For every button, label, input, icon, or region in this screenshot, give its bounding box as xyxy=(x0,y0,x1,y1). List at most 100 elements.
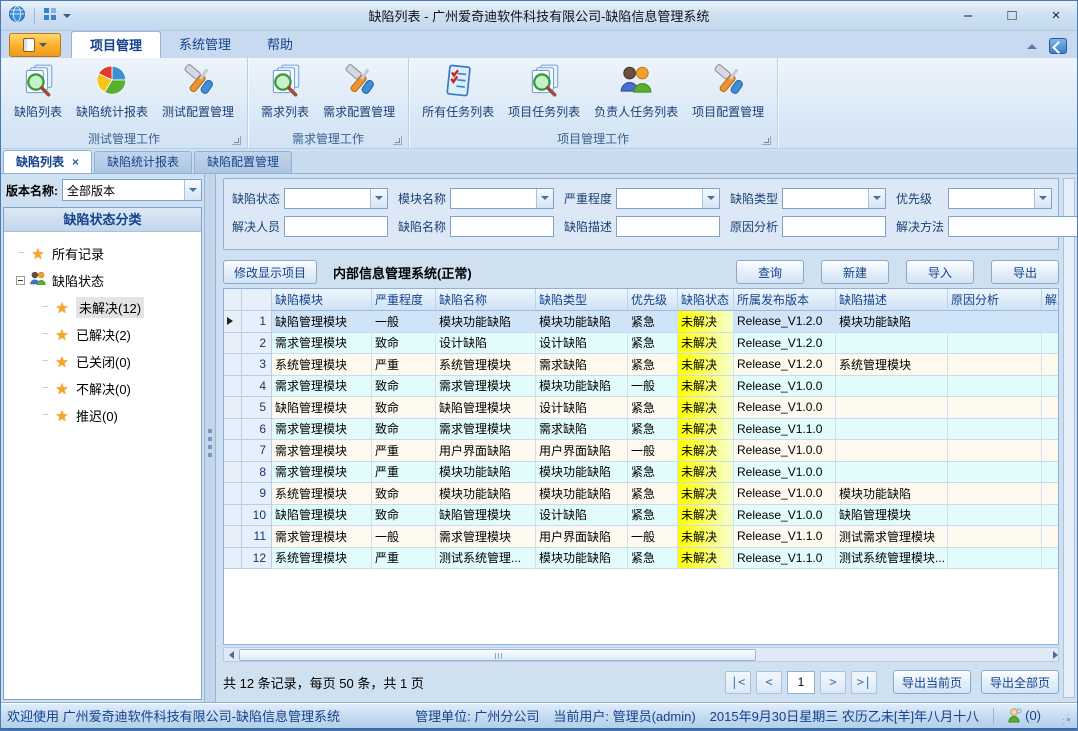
next-page-button[interactable]: > xyxy=(820,671,846,694)
filter-input-缺陷名称[interactable] xyxy=(450,216,554,237)
dialog-launcher-icon[interactable] xyxy=(232,136,241,145)
ribbon-button-项目任务列表[interactable]: 项目任务列表 xyxy=(501,60,587,122)
column-header-缺陷类型[interactable]: 缺陷类型 xyxy=(536,289,628,311)
cell-缺陷描述: 模块功能缺陷 xyxy=(836,483,948,505)
export-all-pages-button[interactable]: 导出全部页 xyxy=(981,670,1059,694)
table-row[interactable]: 5缺陷管理模块致命缺陷管理模块设计缺陷紧急未解决Release_V1.0.0 xyxy=(224,397,1058,419)
document-tab-缺陷配置管理[interactable]: 缺陷配置管理 xyxy=(194,151,292,173)
tree-item-缺陷状态[interactable]: 缺陷状态 xyxy=(4,267,201,294)
tree-item-未解决(12)[interactable]: ┈★未解决(12) xyxy=(4,294,201,321)
cell-缺陷名称: 需求管理模块 xyxy=(436,376,536,398)
ribbon-button-所有任务列表[interactable]: 所有任务列表 xyxy=(415,60,501,122)
tree-item-推迟(0)[interactable]: ┈★推迟(0) xyxy=(4,402,201,429)
about-app-icon[interactable] xyxy=(1049,38,1067,54)
close-tab-icon[interactable]: × xyxy=(72,152,79,173)
action-button-查询[interactable]: 查询 xyxy=(736,260,804,284)
combo-arrow-icon[interactable] xyxy=(536,189,553,208)
combo-arrow-icon[interactable] xyxy=(370,189,387,208)
modify-columns-button[interactable]: 修改显示项目 xyxy=(223,260,317,284)
filter-input-原因分析[interactable] xyxy=(782,216,886,237)
action-button-导入[interactable]: 导入 xyxy=(906,260,974,284)
cell-缺陷状态: 未解决 xyxy=(678,548,734,570)
row-number: 3 xyxy=(242,354,272,376)
collapse-ribbon-icon[interactable] xyxy=(1027,44,1037,49)
minimize-button[interactable]: – xyxy=(957,5,979,27)
filter-combo-缺陷状态[interactable] xyxy=(284,188,388,209)
table-row[interactable]: 3系统管理模块严重系统管理模块需求缺陷紧急未解决Release_V1.2.0系统… xyxy=(224,354,1058,376)
combo-arrow-icon[interactable] xyxy=(702,189,719,208)
column-header-原因分析[interactable]: 原因分析 xyxy=(948,289,1042,311)
ribbon-button-需求配置管理[interactable]: 需求配置管理 xyxy=(316,60,402,122)
sidebar-splitter[interactable] xyxy=(204,174,216,702)
ribbon-button-负责人任务列表[interactable]: 负责人任务列表 xyxy=(587,60,685,122)
last-page-button[interactable]: >| xyxy=(851,671,877,694)
dialog-launcher-icon[interactable] xyxy=(393,136,402,145)
filter-combo-模块名称[interactable] xyxy=(450,188,554,209)
column-header-缺陷状态[interactable]: 缺陷状态 xyxy=(678,289,734,311)
table-row[interactable]: 10缺陷管理模块致命缺陷管理模块设计缺陷紧急未解决Release_V1.0.0缺… xyxy=(224,505,1058,527)
scroll-right-icon[interactable] xyxy=(1043,648,1058,661)
table-row[interactable]: 2需求管理模块致命设计缺陷设计缺陷紧急未解决Release_V1.2.0 xyxy=(224,333,1058,355)
table-row[interactable]: 12系统管理模块严重测试系统管理...模块功能缺陷紧急未解决Release_V1… xyxy=(224,548,1058,570)
document-tab-缺陷统计报表[interactable]: 缺陷统计报表 xyxy=(94,151,192,173)
tree-collapse-icon[interactable] xyxy=(16,276,25,285)
table-row[interactable]: 9系统管理模块致命模块功能缺陷模块功能缺陷紧急未解决Release_V1.0.0… xyxy=(224,483,1058,505)
app-globe-icon[interactable] xyxy=(8,5,26,26)
filter-input-缺陷描述[interactable] xyxy=(616,216,720,237)
ribbon-button-缺陷统计报表[interactable]: 缺陷统计报表 xyxy=(69,60,155,122)
close-button[interactable]: × xyxy=(1045,5,1067,27)
filter-input-解决人员[interactable] xyxy=(284,216,388,237)
table-row[interactable]: 4需求管理模块致命需求管理模块模块功能缺陷一般未解决Release_V1.0.0 xyxy=(224,376,1058,398)
table-row[interactable]: 7需求管理模块严重用户界面缺陷用户界面缺陷一般未解决Release_V1.0.0 xyxy=(224,440,1058,462)
table-row[interactable]: 8需求管理模块严重模块功能缺陷模块功能缺陷紧急未解决Release_V1.0.0 xyxy=(224,462,1058,484)
menu-tab-项目管理[interactable]: 项目管理 xyxy=(71,31,161,58)
version-combo-arrow-icon[interactable] xyxy=(184,180,201,200)
ribbon-button-项目配置管理[interactable]: 项目配置管理 xyxy=(685,60,771,122)
filter-combo-优先级[interactable] xyxy=(948,188,1052,209)
table-row[interactable]: 11需求管理模块一般需求管理模块用户界面缺陷一般未解决Release_V1.1.… xyxy=(224,526,1058,548)
ribbon-button-需求列表[interactable]: 需求列表 xyxy=(254,60,316,122)
menu-tab-系统管理[interactable]: 系统管理 xyxy=(161,31,249,58)
page-number-input[interactable] xyxy=(787,671,815,694)
document-tab-缺陷列表[interactable]: 缺陷列表× xyxy=(3,150,92,173)
tree-item-已解决(2)[interactable]: ┈★已解决(2) xyxy=(4,321,201,348)
prev-page-button[interactable]: < xyxy=(756,671,782,694)
action-button-新建[interactable]: 新建 xyxy=(821,260,889,284)
maximize-button[interactable]: □ xyxy=(1001,5,1023,27)
horizontal-scrollbar[interactable] xyxy=(223,647,1059,662)
menu-tab-帮助[interactable]: 帮助 xyxy=(249,31,311,58)
export-current-page-button[interactable]: 导出当前页 xyxy=(893,670,971,694)
scroll-left-icon[interactable] xyxy=(224,648,239,661)
filter-input-解决方法[interactable] xyxy=(948,216,1078,237)
table-row[interactable]: 1缺陷管理模块一般模块功能缺陷模块功能缺陷紧急未解决Release_V1.2.0… xyxy=(224,311,1058,333)
tree-item-所有记录[interactable]: ┈★所有记录 xyxy=(4,240,201,267)
version-combo[interactable]: 全部版本 xyxy=(62,179,202,201)
resize-grip[interactable] xyxy=(1059,710,1071,722)
quick-access-caret-icon[interactable] xyxy=(63,14,71,18)
filter-combo-缺陷类型[interactable] xyxy=(782,188,886,209)
quick-access-grid-icon[interactable] xyxy=(43,7,57,24)
column-header-解决方法[interactable]: 解决方法 xyxy=(1042,289,1058,311)
first-page-button[interactable]: |< xyxy=(725,671,751,694)
table-row[interactable]: 6需求管理模块致命需求管理模块需求缺陷紧急未解决Release_V1.1.0 xyxy=(224,419,1058,441)
column-header-严重程度[interactable]: 严重程度 xyxy=(372,289,436,311)
ribbon-button-缺陷列表[interactable]: 缺陷列表 xyxy=(7,60,69,122)
application-menu-button[interactable] xyxy=(9,33,61,57)
column-header-缺陷描述[interactable]: 缺陷描述 xyxy=(836,289,948,311)
status-bar: 欢迎使用 广州爱奇迪软件科技有限公司-缺陷信息管理系统 管理单位: 广州分公司 … xyxy=(1,702,1077,730)
filter-combo-严重程度[interactable] xyxy=(616,188,720,209)
combo-arrow-icon[interactable] xyxy=(1034,189,1051,208)
action-button-导出[interactable]: 导出 xyxy=(991,260,1059,284)
tree-item-不解决(0)[interactable]: ┈★不解决(0) xyxy=(4,375,201,402)
ribbon-button-测试配置管理[interactable]: 测试配置管理 xyxy=(155,60,241,122)
column-header-缺陷名称[interactable]: 缺陷名称 xyxy=(436,289,536,311)
horizontal-scrollbar-thumb[interactable] xyxy=(239,649,756,661)
column-header-缺陷模块[interactable]: 缺陷模块 xyxy=(272,289,372,311)
tree-item-已关闭(0)[interactable]: ┈★已关闭(0) xyxy=(4,348,201,375)
row-number: 6 xyxy=(242,419,272,441)
dialog-launcher-icon[interactable] xyxy=(762,136,771,145)
vertical-scrollbar[interactable] xyxy=(1063,178,1075,698)
combo-arrow-icon[interactable] xyxy=(868,189,885,208)
column-header-所属发布版本[interactable]: 所属发布版本 xyxy=(734,289,836,311)
column-header-优先级[interactable]: 优先级 xyxy=(628,289,678,311)
